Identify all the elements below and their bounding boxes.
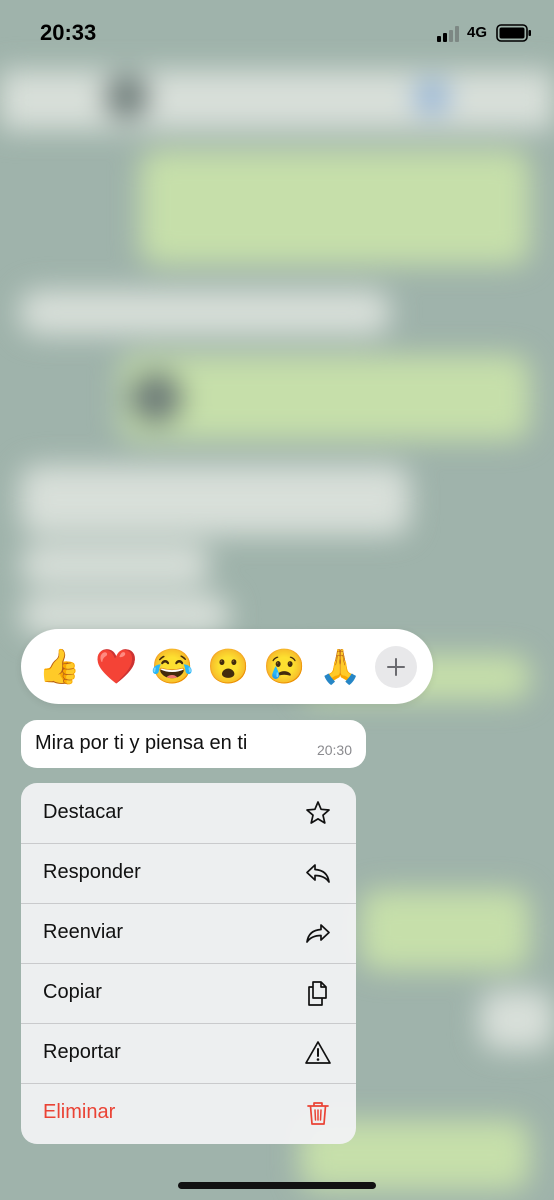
message-bubble: Mira por ti y piensa en ti 20:30 bbox=[21, 720, 366, 768]
menu-item-label: Eliminar bbox=[43, 1101, 116, 1123]
battery-icon bbox=[496, 24, 532, 47]
reaction-folded-hands[interactable]: 🙏 bbox=[319, 647, 361, 687]
reaction-thumbs-up[interactable]: 👍 bbox=[38, 647, 80, 687]
menu-item-label: Copiar bbox=[43, 981, 102, 1003]
menu-item-label: Responder bbox=[43, 861, 141, 883]
plus-icon bbox=[387, 658, 405, 676]
screen: 20:33 4G 👍 ❤️ 😂 😮 😢 🙏 Mira por ti y pien… bbox=[0, 0, 554, 1200]
copy-icon bbox=[308, 981, 327, 1006]
star-icon bbox=[306, 801, 330, 824]
warning-icon bbox=[305, 1041, 331, 1064]
menu-item-destacar[interactable]: Destacar bbox=[21, 783, 356, 843]
menu-item-label: Reenviar bbox=[43, 921, 124, 943]
message-time: 20:30 bbox=[316, 742, 352, 758]
status-time: 20:33 bbox=[40, 20, 97, 45]
menu-divider bbox=[21, 843, 356, 844]
reaction-red-heart[interactable]: ❤️ bbox=[95, 647, 137, 687]
reaction-surprised-face[interactable]: 😮 bbox=[207, 647, 249, 687]
more-reactions-button[interactable] bbox=[375, 646, 417, 688]
network-label: 4G bbox=[467, 24, 488, 41]
menu-item-label: Destacar bbox=[43, 801, 124, 823]
trash-icon bbox=[307, 1102, 329, 1125]
message-context-menu: Destacar Responder Reenviar Copiar Repor… bbox=[21, 783, 356, 1144]
reaction-tears-of-joy[interactable]: 😂 bbox=[151, 647, 193, 687]
menu-item-label: Reportar bbox=[43, 1041, 121, 1063]
menu-divider bbox=[21, 1023, 356, 1024]
menu-item-reenviar[interactable]: Reenviar bbox=[21, 903, 356, 963]
menu-item-reportar[interactable]: Reportar bbox=[21, 1023, 356, 1083]
reaction-crying-face[interactable]: 😢 bbox=[263, 647, 305, 687]
message-text: Mira por ti y piensa en ti bbox=[35, 732, 248, 754]
cellular-signal-icon bbox=[437, 26, 463, 47]
menu-item-eliminar[interactable]: Eliminar bbox=[21, 1083, 356, 1143]
menu-divider bbox=[21, 903, 356, 904]
home-indicator[interactable] bbox=[178, 1182, 376, 1189]
menu-item-copiar[interactable]: Copiar bbox=[21, 963, 356, 1023]
status-bar: 20:33 4G bbox=[0, 0, 554, 66]
reply-icon bbox=[306, 864, 330, 883]
reaction-bar: 👍 ❤️ 😂 😮 😢 🙏 bbox=[21, 629, 433, 704]
menu-item-responder[interactable]: Responder bbox=[21, 843, 356, 903]
menu-divider bbox=[21, 1083, 356, 1084]
forward-icon bbox=[306, 924, 330, 943]
menu-divider bbox=[21, 963, 356, 964]
